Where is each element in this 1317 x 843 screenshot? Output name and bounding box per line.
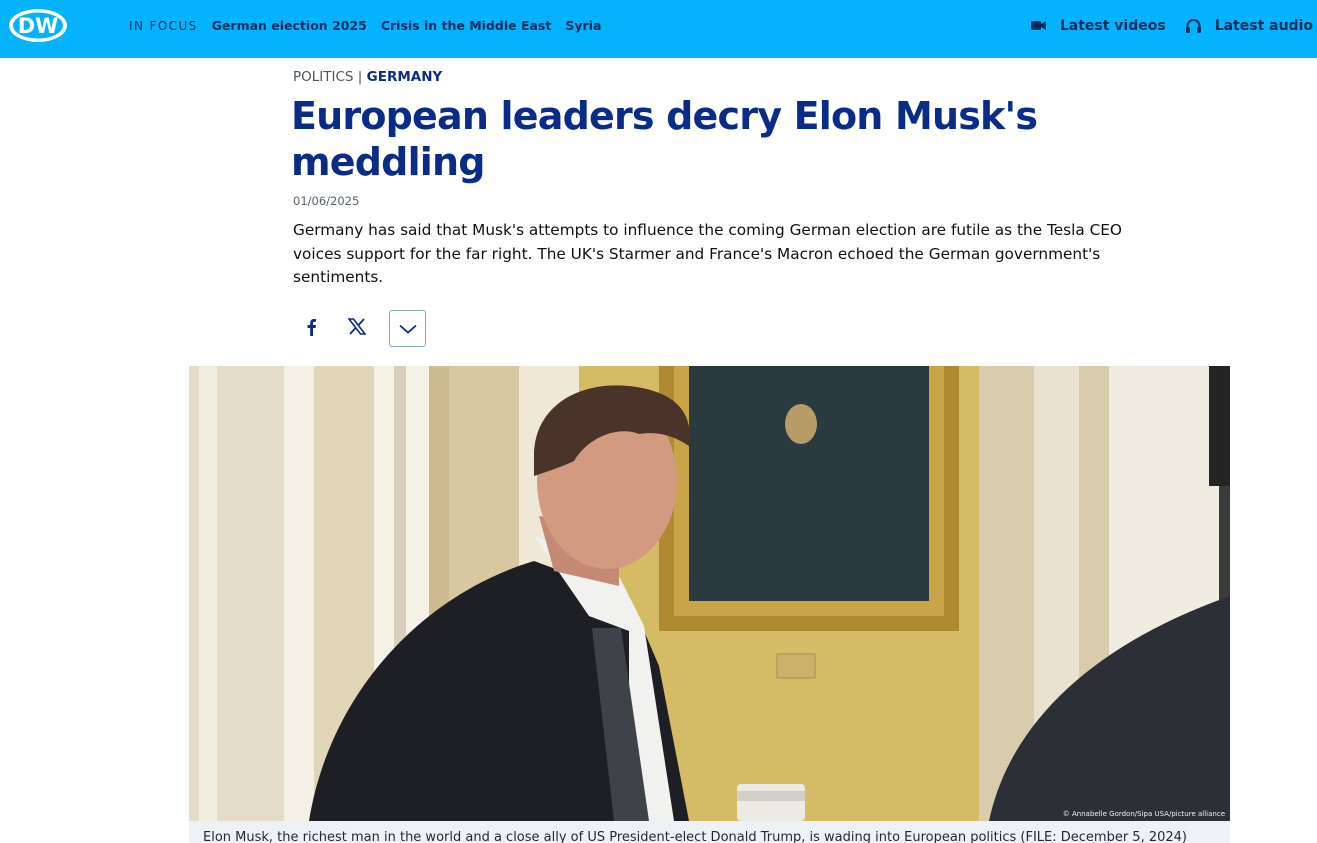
focus-link-syria[interactable]: Syria (565, 18, 601, 33)
dw-logo[interactable]: DW (8, 8, 68, 43)
page-title: European leaders decry Elon Musk's meddl… (291, 94, 1038, 184)
latest-videos-label: Latest videos (1059, 17, 1166, 34)
in-focus-nav: IN FOCUS German election 2025 Crisis in … (129, 0, 601, 51)
more-share-options-button[interactable] (389, 310, 426, 347)
chevron-down-icon (398, 319, 417, 338)
media-nav: Latest videos Latest audio (1030, 0, 1313, 51)
latest-videos-link[interactable]: Latest videos (1030, 17, 1166, 34)
image-caption: Elon Musk, the richest man in the world … (189, 821, 1230, 843)
share-bar (293, 310, 426, 347)
x-share-button[interactable] (339, 311, 375, 347)
latest-audio-link[interactable]: Latest audio (1185, 17, 1313, 34)
top-navigation-bar: DW IN FOCUS German election 2025 Crisis … (0, 0, 1317, 58)
x-icon (347, 318, 367, 339)
facebook-share-button[interactable] (293, 311, 329, 347)
focus-link-middle-east[interactable]: Crisis in the Middle East (381, 18, 552, 33)
breadcrumb-separator: | (357, 69, 363, 85)
logo-text: DW (18, 14, 59, 38)
subcategory-link[interactable]: GERMANY (367, 69, 443, 85)
breadcrumb: POLITICS | GERMANY (293, 69, 442, 85)
publish-date: 01/06/2025 (293, 194, 360, 208)
category-link[interactable]: POLITICS (293, 69, 354, 85)
in-focus-label: IN FOCUS (129, 18, 198, 33)
article-lead: Germany has said that Musk's attempts to… (293, 221, 1122, 286)
facebook-icon (306, 318, 317, 340)
article-image: © Annabelle Gordon/Sipa USA/picture alli… (189, 366, 1230, 821)
latest-audio-label: Latest audio (1214, 17, 1313, 34)
image-credit: © Annabelle Gordon/Sipa USA/picture alli… (1062, 810, 1225, 818)
focus-link-german-election[interactable]: German election 2025 (212, 18, 367, 33)
video-camera-icon (1030, 20, 1046, 31)
headphones-icon (1185, 18, 1201, 33)
